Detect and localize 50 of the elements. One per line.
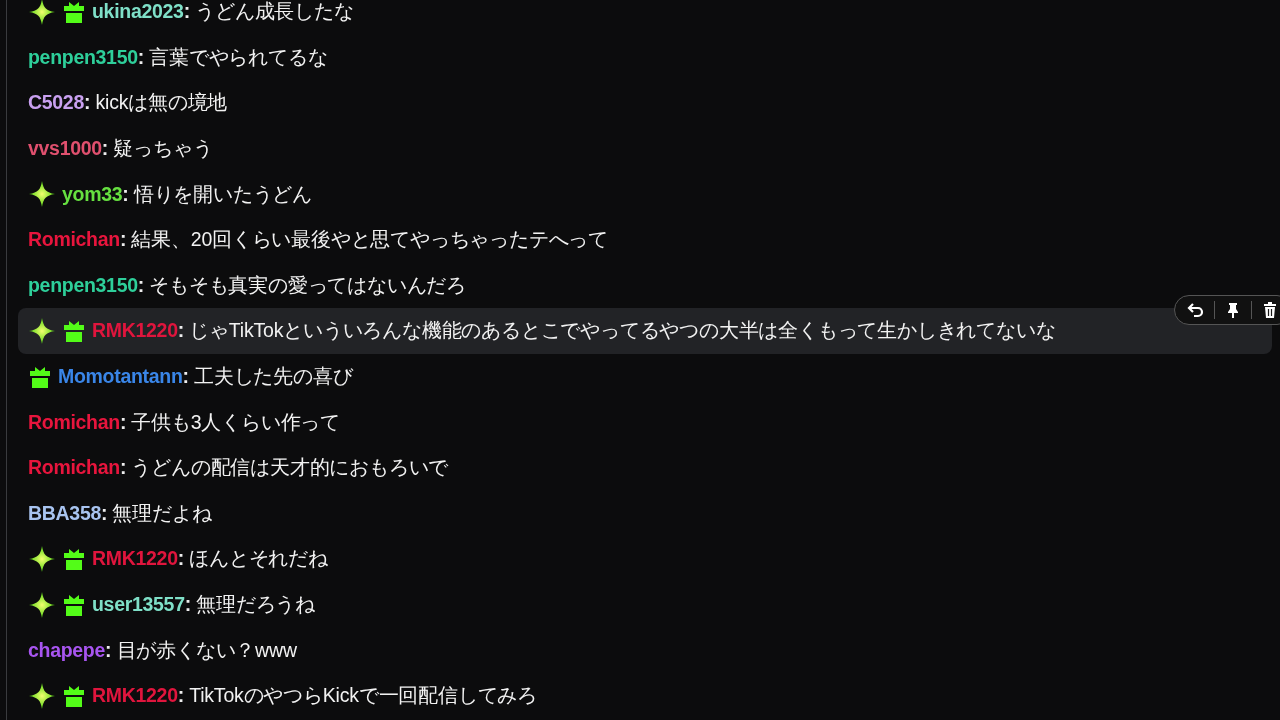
colon: : <box>101 501 108 525</box>
colon: : <box>137 273 145 297</box>
username[interactable]: C5028 <box>28 91 84 115</box>
colon: : <box>177 684 185 708</box>
username[interactable]: RMK1220 <box>92 319 178 343</box>
colon: : <box>177 319 185 343</box>
colon: : <box>177 547 185 571</box>
colon: : <box>119 456 127 480</box>
colon: : <box>83 91 91 115</box>
username[interactable]: user13557 <box>92 593 185 616</box>
colon: : <box>105 638 112 662</box>
message-text: 子供も3人くらい作って <box>131 409 341 435</box>
username[interactable]: penpen3150 <box>28 45 138 69</box>
colon: : <box>184 593 192 616</box>
username[interactable]: ukina2023 <box>92 0 184 24</box>
message-text: そもそも真実の愛ってはないんだろ <box>149 272 467 298</box>
colon: : <box>119 228 127 252</box>
message-text: kickは無の境地 <box>95 90 228 116</box>
reply-icon[interactable] <box>1187 301 1205 320</box>
username[interactable]: penpen3150 <box>28 273 138 297</box>
message-text: うどん成長したな <box>195 0 354 25</box>
username[interactable]: Momotantann <box>58 365 183 389</box>
message-text: 無理だろうね <box>196 592 316 617</box>
colon: : <box>137 45 145 69</box>
username[interactable]: chapepe <box>28 638 105 662</box>
message-text: うどんの配信は天才的におもろいで <box>131 455 449 481</box>
message-text: じゃTikTokといういろんな機能のあるとこでやってるやつの大半は全くもって生かしきれてないな <box>189 318 1056 344</box>
username[interactable]: Romichan <box>28 228 120 252</box>
username[interactable]: Romichan <box>28 456 120 480</box>
username[interactable]: RMK1220 <box>92 547 178 571</box>
message-text: 目が赤くない？www <box>116 637 297 663</box>
username[interactable]: yom33 <box>62 182 123 206</box>
message-text: ほんとそれだね <box>189 546 328 572</box>
colon: : <box>101 137 109 161</box>
message-text: TikTokのやつらKickで一回配信してみろ <box>189 683 538 709</box>
message-text: 工夫した先の喜び <box>194 364 353 390</box>
message-text: 言葉でやられてるな <box>149 44 328 70</box>
username[interactable]: Romichan <box>28 410 120 434</box>
message-text: 結果、20回くらい最後やと思てやっちゃったテへって <box>131 227 609 253</box>
username[interactable]: vvs1000 <box>28 137 102 161</box>
colon: : <box>183 0 191 24</box>
trash-icon[interactable] <box>1261 301 1279 320</box>
username[interactable]: RMK1220 <box>92 684 178 708</box>
colon: : <box>119 410 127 434</box>
colon: : <box>122 182 129 206</box>
message-text: 悟りを開いたうどん <box>133 181 312 207</box>
colon: : <box>182 365 190 389</box>
message-text: 疑っちゃう <box>113 136 213 162</box>
username[interactable]: BBA358 <box>28 501 101 525</box>
message-text: 無理だよね <box>112 500 212 526</box>
